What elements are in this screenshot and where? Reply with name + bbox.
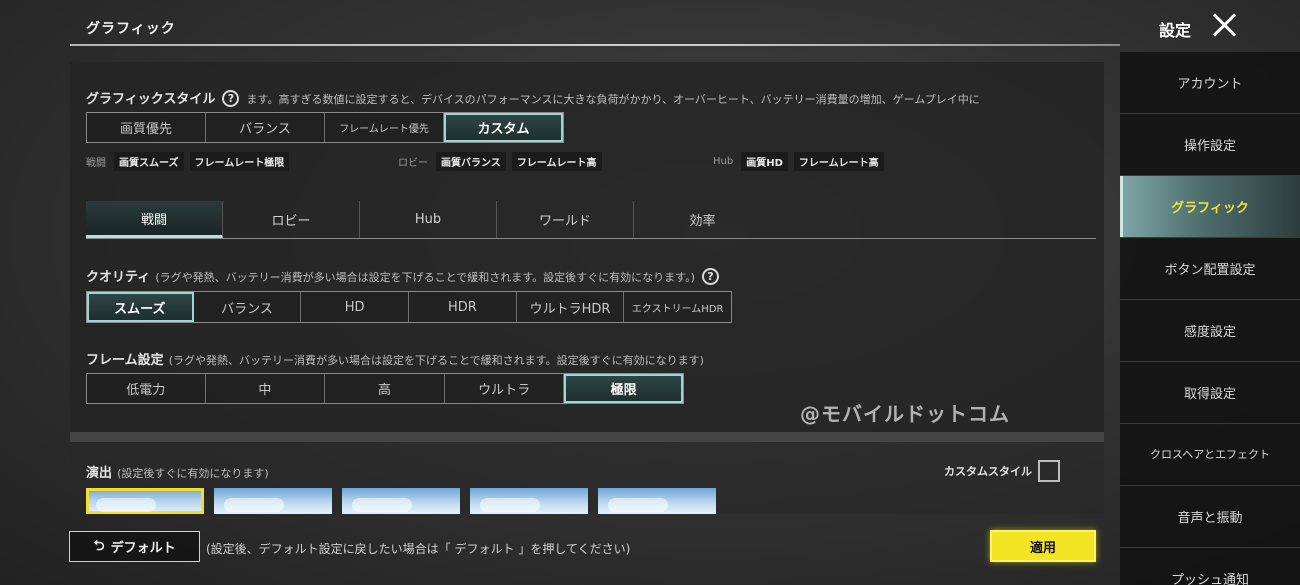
section-divider — [70, 432, 1104, 442]
watermark: @モバイルドットコム — [800, 402, 1010, 426]
custom-style-label: カスタムスタイル — [944, 465, 1032, 478]
sidebar-item-button-layout[interactable]: ボタン配置設定 — [1120, 238, 1300, 300]
preset-hub: Hub 画質HD フレームレート高 — [713, 152, 884, 171]
settings-title: 設定 — [1159, 21, 1192, 40]
quality-option-hdr[interactable]: HDR — [409, 292, 517, 322]
main-panel: グラフィックスタイル ? ます。高すぎる数値に設定すると、デバイスのパフォーマン… — [70, 62, 1104, 514]
effect-style-thumbnails — [86, 488, 716, 514]
default-button[interactable]: ⮌ デフォルト — [69, 531, 200, 562]
help-icon[interactable]: ? — [701, 268, 719, 285]
frame-label: フレーム設定 — [86, 353, 164, 368]
sidebar-item-audio-vibration[interactable]: 音声と振動 — [1120, 486, 1300, 548]
tab-efficiency[interactable]: 効率 — [634, 201, 771, 238]
graphics-style-label-row: グラフィックスタイル ? ます。高すぎる数値に設定すると、デバイスのパフォーマン… — [86, 88, 1096, 107]
mode-tabs: 戦闘 ロビー Hub ワールド 効率 — [86, 201, 1096, 239]
custom-style-toggle[interactable]: カスタムスタイル — [944, 460, 1060, 482]
preset-chip: 画質バランス — [436, 152, 506, 171]
tab-world[interactable]: ワールド — [497, 201, 634, 238]
sidebar-item-push-notifications[interactable]: プッシュ通知 — [1120, 548, 1300, 585]
preset-chip: フレームレート高 — [793, 152, 884, 171]
quality-option-ultra-hdr[interactable]: ウルトラHDR — [517, 292, 625, 322]
bottom-bar: ⮌ デフォルト (設定後、デフォルト設定に戻したい場合は「 デフォルト 」を押し… — [0, 514, 1120, 585]
graphics-section: グラフィックスタイル ? ます。高すぎる数値に設定すると、デバイスのパフォーマン… — [70, 62, 1104, 432]
undo-icon: ⮌ — [93, 537, 105, 554]
graphics-style-option-custom[interactable]: カスタム — [444, 113, 563, 142]
settings-sidebar: アカウント 操作設定 グラフィック ボタン配置設定 感度設定 取得設定 クロスヘ… — [1120, 52, 1300, 585]
preset-chip: 画質HD — [741, 152, 788, 171]
page-title: グラフィック — [86, 21, 176, 37]
close-icon[interactable] — [1210, 10, 1240, 40]
effect-style-thumbnail[interactable] — [342, 488, 460, 514]
frame-note: (ラグや発熱、バッテリー消費が多い場合は設定を下げることで緩和されます。設定後す… — [168, 354, 704, 367]
frame-option-high[interactable]: 高 — [325, 374, 445, 403]
quality-label: クオリティ — [86, 270, 151, 285]
graphics-style-option-balance[interactable]: バランス — [206, 113, 325, 142]
effects-label: 演出 — [86, 466, 113, 481]
frame-option-medium[interactable]: 中 — [206, 374, 326, 403]
quality-label-row: クオリティ (ラグや発熱、バッテリー消費が多い場合は設定を下げることで緩和されま… — [86, 266, 1096, 285]
graphics-style-option-quality[interactable]: 画質優先 — [87, 113, 206, 142]
graphics-style-note: ます。高すぎる数値に設定すると、デバイスのパフォーマンスに大きな負荷がかかり、オ… — [246, 93, 980, 106]
effect-style-thumbnail[interactable] — [214, 488, 332, 514]
preset-label: 戦闘 — [86, 158, 106, 169]
frame-selector: 低電力 中 高 ウルトラ 極限 — [86, 373, 684, 404]
tab-battle[interactable]: 戦闘 — [86, 201, 223, 238]
sidebar-item-controls[interactable]: 操作設定 — [1120, 114, 1300, 176]
preset-chip: フレームレート極限 — [189, 152, 290, 171]
quality-option-extreme-hdr[interactable]: エクストリームHDR — [624, 292, 731, 322]
apply-button[interactable]: 適用 — [990, 530, 1096, 562]
title-underline — [70, 44, 1120, 46]
graphics-style-selector: 画質優先 バランス フレームレート優先 カスタム — [86, 112, 564, 143]
preset-label: Hub — [713, 156, 734, 167]
help-icon[interactable]: ? — [222, 90, 240, 107]
effect-style-thumbnail[interactable] — [86, 488, 204, 514]
graphics-style-label: グラフィックスタイル — [86, 92, 216, 107]
quality-option-balance[interactable]: バランス — [194, 292, 302, 322]
graphics-settings-screen: グラフィック 設定 グラフィックスタイル ? ます。高すぎる数値に設定すると、デ… — [0, 0, 1300, 585]
frame-option-ultra[interactable]: ウルトラ — [445, 374, 565, 403]
preset-chip: フレームレート高 — [511, 152, 602, 171]
preset-battle: 戦闘 画質スムーズ フレームレート極限 — [86, 152, 290, 171]
quality-option-hd[interactable]: HD — [301, 292, 410, 322]
effects-note: (設定後すぐに有効になります) — [117, 467, 269, 480]
preset-chip: 画質スムーズ — [114, 152, 184, 171]
preset-lobby: ロビー 画質バランス フレームレート高 — [398, 152, 602, 171]
quality-note: (ラグや発熱、バッテリー消費が多い場合は設定を下げることで緩和されます。設定後す… — [155, 271, 695, 284]
preset-label: ロビー — [398, 158, 428, 169]
default-button-label: デフォルト — [110, 541, 176, 556]
tab-hub[interactable]: Hub — [360, 201, 497, 238]
sidebar-item-crosshair-effects[interactable]: クロスヘアとエフェクト — [1120, 424, 1300, 486]
effect-style-thumbnail[interactable] — [598, 488, 716, 514]
sidebar-item-account[interactable]: アカウント — [1120, 52, 1300, 114]
top-bar: グラフィック 設定 — [0, 0, 1300, 52]
effect-style-thumbnail[interactable] — [470, 488, 588, 514]
sidebar-item-sensitivity[interactable]: 感度設定 — [1120, 300, 1300, 362]
quality-option-smooth[interactable]: スムーズ — [87, 292, 194, 322]
sidebar-item-pickup[interactable]: 取得設定 — [1120, 362, 1300, 424]
custom-style-checkbox[interactable] — [1038, 460, 1060, 482]
frame-label-row: フレーム設定 (ラグや発熱、バッテリー消費が多い場合は設定を下げることで緩和され… — [86, 349, 1096, 368]
tab-lobby[interactable]: ロビー — [223, 201, 360, 238]
graphics-style-option-framerate[interactable]: フレームレート優先 — [325, 113, 444, 142]
default-note: (設定後、デフォルト設定に戻したい場合は「 デフォルト 」を押してください) — [206, 542, 631, 556]
frame-option-extreme[interactable]: 極限 — [564, 374, 683, 403]
effects-label-row: 演出 (設定後すぐに有効になります) — [86, 462, 686, 481]
frame-option-low-power[interactable]: 低電力 — [87, 374, 206, 403]
quality-selector: スムーズ バランス HD HDR ウルトラHDR エクストリームHDR — [86, 291, 732, 323]
sidebar-item-graphics[interactable]: グラフィック — [1120, 176, 1300, 238]
